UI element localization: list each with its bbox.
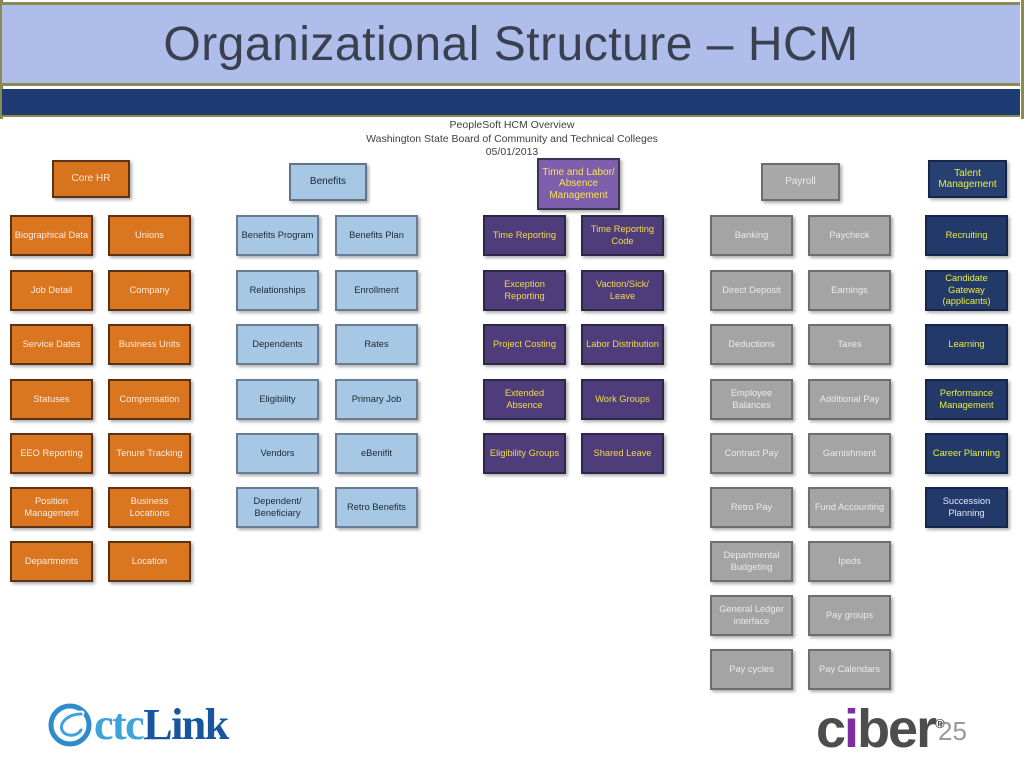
node-time-reporting[interactable]: Time Reporting [483, 215, 566, 256]
node-ebenifit[interactable]: eBenifit [335, 433, 418, 474]
column-header-payroll[interactable]: Payroll [761, 163, 840, 201]
node-earnings[interactable]: Earnings [808, 270, 891, 311]
node-eeo-reporting[interactable]: EEO Reporting [10, 433, 93, 474]
ctclink-link-text: Link [143, 700, 229, 749]
ciber-logo: ciber® [816, 699, 945, 756]
node-primary-job[interactable]: Primary Job [335, 379, 418, 420]
node-relationships[interactable]: Relationships [236, 270, 319, 311]
node-pay-groups[interactable]: Pay groups [808, 595, 891, 636]
node-business-locations[interactable]: Business Locations [108, 487, 191, 528]
node-contract-pay[interactable]: Contract Pay [710, 433, 793, 474]
node-time-reporting-code[interactable]: Time Reporting Code [581, 215, 664, 256]
node-extended-absence[interactable]: Extended Absence [483, 379, 566, 420]
node-location[interactable]: Location [108, 541, 191, 582]
node-ipeds[interactable]: Ipeds [808, 541, 891, 582]
node-pay-cycles[interactable]: Pay cycles [710, 649, 793, 690]
node-biographical-data[interactable]: Biographical Data [10, 215, 93, 256]
node-employee-balances[interactable]: Employee Balances [710, 379, 793, 420]
column-header-time-and-labor[interactable]: Time and Labor/ Absence Management [537, 158, 620, 210]
node-succession-planning[interactable]: Succession Planning [925, 487, 1008, 528]
node-company[interactable]: Company [108, 270, 191, 311]
registered-mark-icon: ® [935, 716, 944, 731]
ciber-i-text: i [844, 699, 859, 759]
node-direct-deposit[interactable]: Direct Deposit [710, 270, 793, 311]
ciber-wordmark: ciber® [816, 699, 945, 756]
column-header-benefits[interactable]: Benefits [289, 163, 367, 201]
node-retro-benefits[interactable]: Retro Benefits [335, 487, 418, 528]
node-career-planning[interactable]: Career Planning [925, 433, 1008, 474]
node-departmental-budgeting[interactable]: Departmental Budgeting [710, 541, 793, 582]
node-unions[interactable]: Unions [108, 215, 191, 256]
node-learning[interactable]: Learning [925, 324, 1008, 365]
node-candidate-gateway[interactable]: Candidate Gateway (applicants) [925, 270, 1008, 311]
ciber-c-text: c [816, 699, 846, 759]
ctclink-logo: ctcLink [48, 698, 229, 752]
ctclink-ctc-text: ctc [94, 700, 145, 749]
node-job-detail[interactable]: Job Detail [10, 270, 93, 311]
node-paycheck[interactable]: Paycheck [808, 215, 891, 256]
node-recruiting[interactable]: Recruiting [925, 215, 1008, 256]
node-benefits-plan[interactable]: Benefits Plan [335, 215, 418, 256]
node-work-groups[interactable]: Work Groups [581, 379, 664, 420]
node-fund-accounting[interactable]: Fund Accounting [808, 487, 891, 528]
node-service-dates[interactable]: Service Dates [10, 324, 93, 365]
node-dependent-beneficiary[interactable]: Dependent/ Beneficiary [236, 487, 319, 528]
node-labor-distribution[interactable]: Labor Distribution [581, 324, 664, 365]
node-taxes[interactable]: Taxes [808, 324, 891, 365]
node-exception-reporting[interactable]: Exception Reporting [483, 270, 566, 311]
node-eligibility-groups[interactable]: Eligibility Groups [483, 433, 566, 474]
node-tenure-tracking[interactable]: Tenure Tracking [108, 433, 191, 474]
ciber-ber-text: ber [857, 699, 937, 759]
node-business-units[interactable]: Business Units [108, 324, 191, 365]
node-departments[interactable]: Departments [10, 541, 93, 582]
node-shared-leave[interactable]: Shared Leave [581, 433, 664, 474]
node-deductions[interactable]: Deductions [710, 324, 793, 365]
node-vacation-sick-leave[interactable]: Vaction/Sick/ Leave [581, 270, 664, 311]
node-project-costing[interactable]: Project Costing [483, 324, 566, 365]
node-benefits-program[interactable]: Benefits Program [236, 215, 319, 256]
node-position-management[interactable]: Position Management [10, 487, 93, 528]
node-eligibility[interactable]: Eligibility [236, 379, 319, 420]
ctclink-swirl-icon [48, 703, 92, 747]
column-header-talent-management[interactable]: Talent Management [928, 160, 1007, 198]
node-vendors[interactable]: Vendors [236, 433, 319, 474]
node-statuses[interactable]: Statuses [10, 379, 93, 420]
node-general-ledger-interface[interactable]: General Ledger interface [710, 595, 793, 636]
node-additional-pay[interactable]: Additional Pay [808, 379, 891, 420]
node-enrollment[interactable]: Enrollment [335, 270, 418, 311]
node-retro-pay[interactable]: Retro Pay [710, 487, 793, 528]
node-dependents[interactable]: Dependents [236, 324, 319, 365]
node-pay-calendars[interactable]: Pay Calendars [808, 649, 891, 690]
node-banking[interactable]: Banking [710, 215, 793, 256]
node-performance-management[interactable]: Performance Management [925, 379, 1008, 420]
node-garnishment[interactable]: Garnishment [808, 433, 891, 474]
node-compensation[interactable]: Compensation [108, 379, 191, 420]
ctclink-wordmark: ctcLink [94, 700, 229, 749]
org-chart: Core HR Biographical Data Unions Job Det… [0, 0, 1024, 768]
column-header-core-hr[interactable]: Core HR [52, 160, 130, 198]
node-rates[interactable]: Rates [335, 324, 418, 365]
